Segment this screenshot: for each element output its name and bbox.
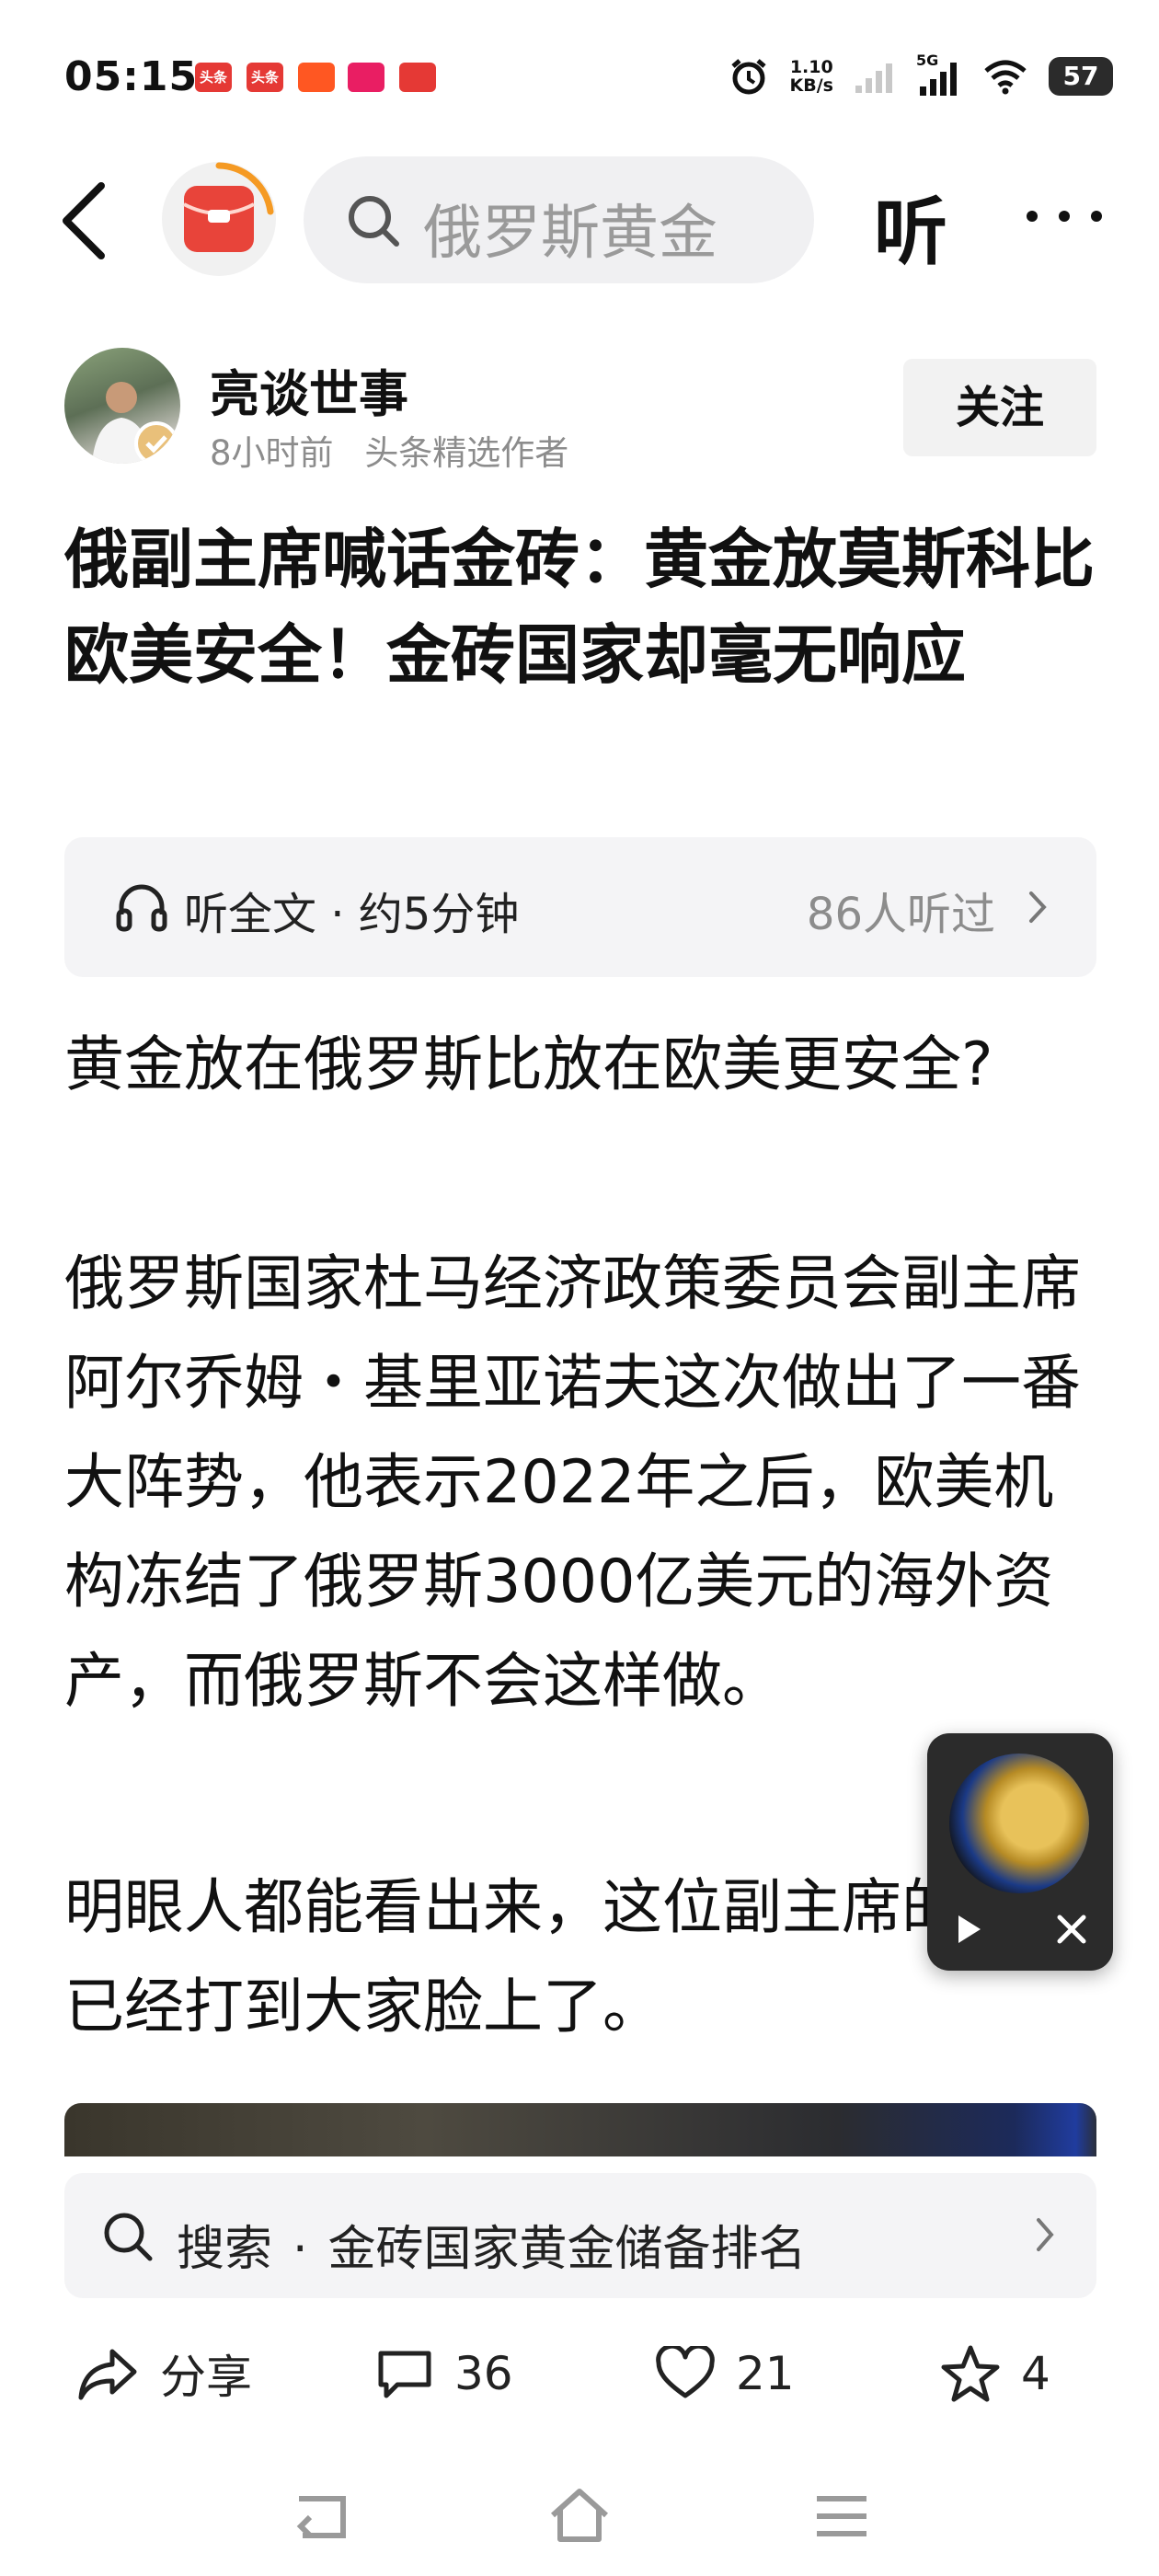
hongbao-button[interactable]: [162, 162, 276, 276]
battery-indicator: 57: [1049, 57, 1113, 96]
alarm-icon: [730, 59, 766, 95]
author-badge: 头条精选作者: [364, 433, 569, 473]
chevron-right-icon: [1037, 2218, 1054, 2251]
paragraph: 黄金放在俄罗斯比放在欧美更安全?: [64, 1030, 993, 1099]
toutiao-app-icon: 头条: [247, 63, 283, 92]
app-icon: [348, 63, 384, 92]
toutiao-app-icon: 头条: [195, 63, 232, 92]
back-button[interactable]: [53, 175, 118, 267]
app-icon: [298, 63, 335, 92]
close-icon[interactable]: [1054, 1912, 1089, 1947]
nav-menu-button[interactable]: [809, 2484, 874, 2548]
red-packet-icon: [183, 162, 274, 252]
back-arrow-icon: [296, 2496, 346, 2538]
net-speed: 1.10 KB/s: [789, 57, 833, 96]
favorite-button[interactable]: 4: [940, 2337, 1050, 2410]
nav-home-button[interactable]: [547, 2484, 612, 2548]
star-icon: [941, 2345, 1000, 2402]
status-time: 05:15: [64, 53, 199, 100]
article-image[interactable]: [64, 2103, 1096, 2156]
author-avatar[interactable]: [64, 348, 180, 464]
nav-back-button[interactable]: [290, 2484, 354, 2548]
comment-icon: [378, 2351, 431, 2398]
chevron-right-icon: [1029, 891, 1047, 923]
menu-icon: [817, 2496, 866, 2536]
audio-label: 听全文 · 约5分钟: [184, 889, 520, 940]
paragraph: 俄罗斯国家杜马经济政策委员会副主席阿尔乔姆・基里亚诺夫这次做出了一番大阵势，他表…: [64, 1249, 1082, 1716]
home-icon: [550, 2489, 609, 2542]
article-title: 俄副主席喊话金砖：黄金放莫斯科比欧美安全！金砖国家却毫无响应: [64, 522, 1095, 693]
heart-icon: [656, 2346, 715, 2398]
more-button[interactable]: [1023, 193, 1106, 239]
suggestion-text: 搜索 · 金砖国家黄金储备排名: [177, 2222, 807, 2277]
separator-dot: ·: [293, 2222, 308, 2277]
search-icon: [104, 2213, 153, 2261]
chevron-left-icon: [63, 182, 105, 259]
listen-count: 86人听过: [806, 889, 995, 940]
post-time: 8小时前: [210, 433, 334, 473]
signal-weak-icon: [855, 63, 892, 93]
signal-5g-icon: 5G: [916, 52, 962, 98]
search-query: 俄罗斯黄金: [423, 200, 717, 268]
gold-bar-thumbnail: [949, 1754, 1089, 1893]
listen-button[interactable]: 听: [874, 173, 947, 280]
comment-button[interactable]: 36: [375, 2337, 513, 2410]
search-input[interactable]: 俄罗斯黄金: [304, 156, 814, 283]
play-icon[interactable]: [947, 1908, 990, 1950]
floating-video-card[interactable]: [927, 1733, 1113, 1971]
search-suggestion[interactable]: 搜索 · 金砖国家黄金储备排名: [64, 2173, 1096, 2298]
share-button[interactable]: 分享: [77, 2337, 252, 2410]
share-icon: [78, 2349, 137, 2400]
like-button[interactable]: 21: [655, 2337, 795, 2410]
person-photo: [92, 382, 178, 464]
maps-icon: [399, 63, 436, 92]
wifi-icon: [984, 60, 1027, 95]
status-indicators: 1.10 KB/s 5G 57: [728, 52, 1113, 101]
search-icon: [349, 196, 399, 247]
author-name[interactable]: 亮谈世事: [210, 353, 408, 426]
headphones-icon: [116, 884, 167, 932]
more-dots-icon: [1027, 211, 1102, 222]
listen-full-text-bar[interactable]: 听全文 · 约5分钟 86人听过: [64, 837, 1096, 977]
follow-button[interactable]: 关注: [903, 359, 1096, 456]
author-meta: 8小时前 头条精选作者: [210, 425, 568, 475]
